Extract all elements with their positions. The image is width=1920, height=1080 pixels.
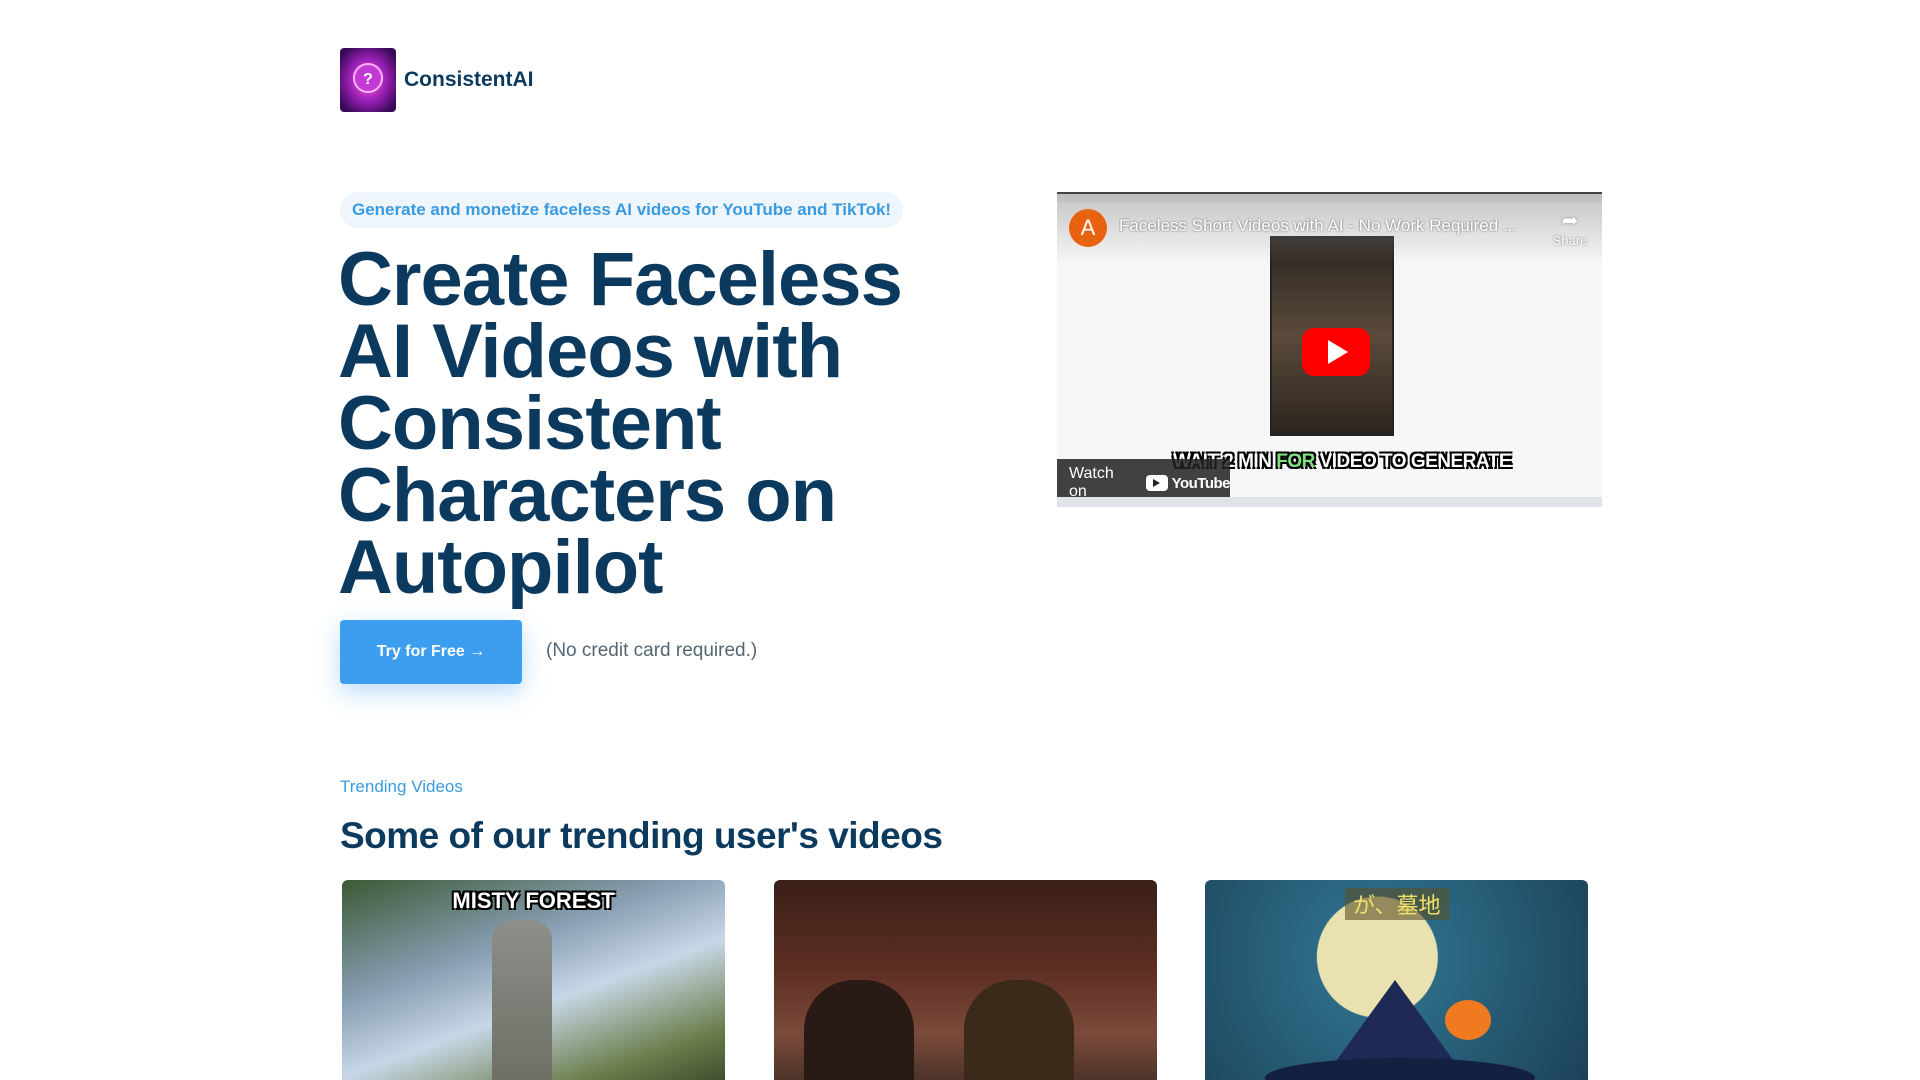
- share-label: Share: [1552, 233, 1588, 248]
- hero-title: Create Faceless AI Videos with Consisten…: [338, 237, 903, 610]
- trending-video-card[interactable]: MISTY FOREST: [342, 880, 725, 1080]
- youtube-logo: YouTube: [1145, 474, 1231, 492]
- site-header: ? ConsistentAI: [340, 48, 534, 112]
- watch-on-label: Watch on: [1069, 465, 1114, 500]
- trending-title: Some of our trending user's videos: [340, 815, 943, 856]
- play-button[interactable]: [1302, 328, 1370, 376]
- tower-illustration: [492, 920, 552, 1080]
- figure-illustration: [804, 980, 914, 1080]
- question-mark-logo-icon: ?: [340, 48, 396, 112]
- youtube-play-icon: [1145, 475, 1168, 491]
- no-credit-card-note: (No credit card required.): [546, 640, 758, 661]
- hat-brim-illustration: [1265, 1058, 1535, 1080]
- trending-tag: Trending Videos: [340, 777, 463, 796]
- caption-part-2: VIDEO TO GENERATE: [1314, 451, 1512, 472]
- share-button[interactable]: ➦ Share: [1550, 208, 1590, 248]
- trending-video-card[interactable]: [774, 880, 1157, 1080]
- card-caption: が、墓地: [1345, 888, 1449, 920]
- youtube-embed[interactable]: A Faceless Short Videos with AI - No Wor…: [1057, 192, 1602, 507]
- caption-highlight: FOR: [1276, 451, 1315, 472]
- brand-logo[interactable]: ?: [340, 48, 396, 112]
- hero-badge: Generate and monetize faceless AI videos…: [340, 192, 904, 228]
- video-title[interactable]: Faceless Short Videos with AI - No Work …: [1119, 216, 1529, 236]
- try-for-free-button[interactable]: Try for Free →: [340, 620, 522, 684]
- card-caption: MISTY FOREST: [452, 888, 615, 913]
- channel-avatar[interactable]: A: [1069, 209, 1107, 247]
- video-screen-taskbar: [1057, 497, 1602, 507]
- youtube-label: YouTube: [1171, 474, 1231, 492]
- figure-illustration: [964, 980, 1074, 1080]
- svg-text:?: ?: [363, 71, 373, 88]
- share-icon: ➦: [1561, 210, 1579, 232]
- brand-name[interactable]: ConsistentAI: [404, 68, 534, 92]
- trending-video-card[interactable]: が、墓地: [1205, 880, 1588, 1080]
- play-icon: [1328, 340, 1348, 364]
- pumpkin-icon: [1445, 1000, 1491, 1040]
